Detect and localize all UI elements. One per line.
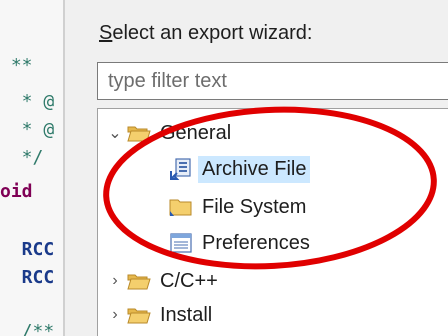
folder-open-icon [126,122,152,144]
export-wizard-panel: Select an export wizard: ⌄ General [65,0,448,336]
tree-item-label: File System [202,195,307,218]
code-line: oid [0,181,33,202]
chevron-down-icon[interactable]: ⌄ [104,123,126,143]
tree-item-preferences[interactable]: Preferences [168,227,314,259]
wizard-tree[interactable]: ⌄ General Archive File File System Prefe… [97,108,448,336]
code-line: * @ [0,119,55,140]
tree-item-cpp[interactable]: › C/C++ [104,265,222,297]
code-line: * @ [0,91,55,112]
folder-icon [126,270,152,292]
folder-icon [168,196,194,218]
code-line: /** [0,321,55,336]
chevron-right-icon[interactable]: › [104,272,126,290]
tree-item-label: Install [160,303,213,326]
code-line: */ [0,147,44,168]
code-line: RCC [0,239,55,260]
prompt-mnemonic: S [99,22,113,44]
filter-field[interactable] [97,62,448,100]
tree-item-archive-file[interactable]: Archive File [168,153,311,185]
tree-item-file-system[interactable]: File System [168,191,310,223]
folder-icon [126,304,152,326]
filter-input[interactable] [98,63,448,99]
tree-item-label: Archive File [198,155,311,183]
chevron-right-icon[interactable]: › [104,306,126,324]
code-line: ** [0,55,33,76]
wizard-prompt: Select an export wizard: [99,22,313,44]
tree-item-general[interactable]: ⌄ General [104,117,235,149]
tree-item-install[interactable]: › Install [104,299,216,331]
tree-item-label: General [160,121,232,144]
code-editor-fragment[interactable]: ** * @ * @ */ oid RCC RCC /** [0,0,63,336]
preferences-icon [168,232,194,254]
tree-item-label: Preferences [202,231,310,254]
archive-file-icon [168,158,194,180]
tree-item-label: C/C++ [160,269,218,292]
code-line: RCC [0,267,55,288]
